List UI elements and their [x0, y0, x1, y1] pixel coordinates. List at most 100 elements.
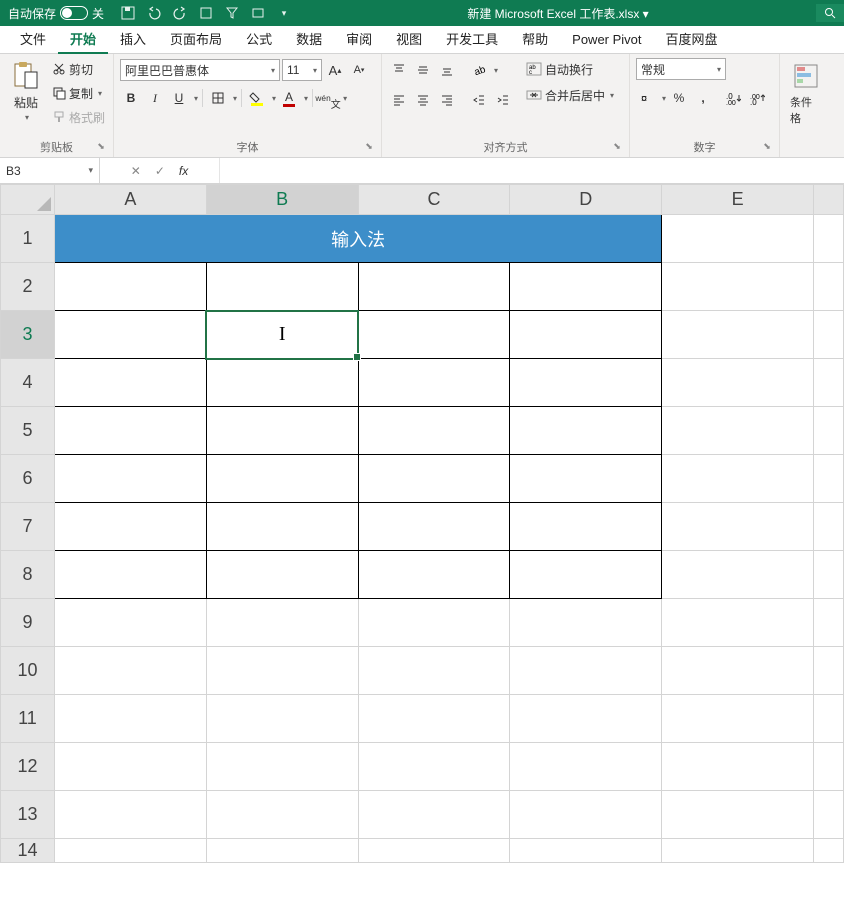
percent-button[interactable]: %	[668, 87, 690, 109]
row-header-7[interactable]: 7	[1, 503, 55, 551]
cell-e13[interactable]	[662, 791, 814, 839]
cell-c2[interactable]	[358, 263, 510, 311]
chevron-down-icon[interactable]: ▾	[494, 66, 498, 75]
chevron-down-icon[interactable]: ▾	[88, 165, 93, 176]
cancel-icon[interactable]: ✕	[131, 164, 141, 178]
spreadsheet-grid[interactable]: A B C D E 1 输入法 2 3 I 4 5	[0, 184, 844, 863]
cell-a9[interactable]	[54, 599, 206, 647]
chevron-down-icon[interactable]: ▾	[304, 94, 308, 103]
cell-partial[interactable]	[814, 599, 844, 647]
align-middle-button[interactable]	[412, 59, 434, 81]
cell-d7[interactable]	[510, 503, 662, 551]
cell-partial[interactable]	[814, 215, 844, 263]
select-all-corner[interactable]	[1, 185, 55, 215]
italic-button[interactable]: I	[144, 87, 166, 109]
row-header-9[interactable]: 9	[1, 599, 55, 647]
cell-b11[interactable]	[206, 695, 358, 743]
tab-layout[interactable]: 页面布局	[158, 26, 234, 54]
chevron-down-icon[interactable]: ▾	[272, 94, 276, 103]
underline-button[interactable]: U	[168, 87, 190, 109]
decrease-font-button[interactable]: A▾	[348, 59, 370, 81]
col-header-b[interactable]: B	[206, 185, 358, 215]
decrease-decimal-button[interactable]: .00.0	[746, 87, 768, 109]
filter-icon[interactable]	[224, 5, 240, 21]
cell-c11[interactable]	[358, 695, 510, 743]
cell-e9[interactable]	[662, 599, 814, 647]
search-box[interactable]	[816, 4, 844, 22]
cell-b9[interactable]	[206, 599, 358, 647]
formula-input[interactable]	[220, 158, 844, 183]
format-painter-button[interactable]: 格式刷	[50, 106, 107, 128]
undo-icon[interactable]	[146, 5, 162, 21]
tab-help[interactable]: 帮助	[510, 26, 560, 54]
copy-button[interactable]: 复制 ▾	[50, 82, 107, 104]
cell-d14[interactable]	[510, 839, 662, 863]
qat-icon-2[interactable]	[250, 5, 266, 21]
cell-c3[interactable]	[358, 311, 510, 359]
cell-d6[interactable]	[510, 455, 662, 503]
cell-partial[interactable]	[814, 695, 844, 743]
tab-data[interactable]: 数据	[284, 26, 334, 54]
dialog-launcher-icon[interactable]: ⬊	[95, 141, 107, 153]
enter-icon[interactable]: ✓	[155, 164, 165, 178]
cell-a2[interactable]	[54, 263, 206, 311]
increase-indent-button[interactable]	[492, 89, 514, 111]
cell-b7[interactable]	[206, 503, 358, 551]
tab-review[interactable]: 审阅	[334, 26, 384, 54]
tab-view[interactable]: 视图	[384, 26, 434, 54]
comma-button[interactable]: ,	[692, 87, 714, 109]
cell-b13[interactable]	[206, 791, 358, 839]
name-box[interactable]: B3 ▾	[0, 158, 100, 183]
cell-a14[interactable]	[54, 839, 206, 863]
cell-b5[interactable]	[206, 407, 358, 455]
cell-e7[interactable]	[662, 503, 814, 551]
cell-b14[interactable]	[206, 839, 358, 863]
align-top-button[interactable]	[388, 59, 410, 81]
cell-partial[interactable]	[814, 359, 844, 407]
row-header-1[interactable]: 1	[1, 215, 55, 263]
wrap-text-button[interactable]: abc 自动换行	[524, 58, 616, 80]
cell-c14[interactable]	[358, 839, 510, 863]
row-header-14[interactable]: 14	[1, 839, 55, 863]
col-header-d[interactable]: D	[510, 185, 662, 215]
cell-partial[interactable]	[814, 743, 844, 791]
cell-partial[interactable]	[814, 455, 844, 503]
cell-e6[interactable]	[662, 455, 814, 503]
row-header-13[interactable]: 13	[1, 791, 55, 839]
cell-b12[interactable]	[206, 743, 358, 791]
tab-formula[interactable]: 公式	[234, 26, 284, 54]
cell-e5[interactable]	[662, 407, 814, 455]
row-header-12[interactable]: 12	[1, 743, 55, 791]
cell-a12[interactable]	[54, 743, 206, 791]
decrease-indent-button[interactable]	[468, 89, 490, 111]
tab-baidu[interactable]: 百度网盘	[654, 26, 730, 54]
row-header-11[interactable]: 11	[1, 695, 55, 743]
increase-decimal-button[interactable]: .0.00	[722, 87, 744, 109]
autosave-toggle[interactable]: 自动保存 关	[0, 5, 112, 22]
dialog-launcher-icon[interactable]: ⬊	[363, 141, 375, 153]
conditional-format-button[interactable]: 条件格	[786, 58, 826, 128]
cell-e11[interactable]	[662, 695, 814, 743]
cell-c7[interactable]	[358, 503, 510, 551]
font-name-select[interactable]: 阿里巴巴普惠体 ▾	[120, 59, 280, 81]
cell-partial[interactable]	[814, 647, 844, 695]
align-right-button[interactable]	[436, 89, 458, 111]
dialog-launcher-icon[interactable]: ⬊	[761, 141, 773, 153]
cell-b4[interactable]	[206, 359, 358, 407]
col-header-partial[interactable]	[814, 185, 844, 215]
cell-d2[interactable]	[510, 263, 662, 311]
align-left-button[interactable]	[388, 89, 410, 111]
fill-color-button[interactable]	[246, 87, 268, 109]
cell-c4[interactable]	[358, 359, 510, 407]
orientation-button[interactable]: ab	[468, 59, 490, 81]
bold-button[interactable]: B	[120, 87, 142, 109]
cell-b6[interactable]	[206, 455, 358, 503]
cell-d13[interactable]	[510, 791, 662, 839]
qat-icon-1[interactable]	[198, 5, 214, 21]
cell-d12[interactable]	[510, 743, 662, 791]
cell-e2[interactable]	[662, 263, 814, 311]
chevron-down-icon[interactable]: ▾	[194, 94, 198, 103]
cut-button[interactable]: 剪切	[50, 58, 107, 80]
cell-a10[interactable]	[54, 647, 206, 695]
cell-a8[interactable]	[54, 551, 206, 599]
